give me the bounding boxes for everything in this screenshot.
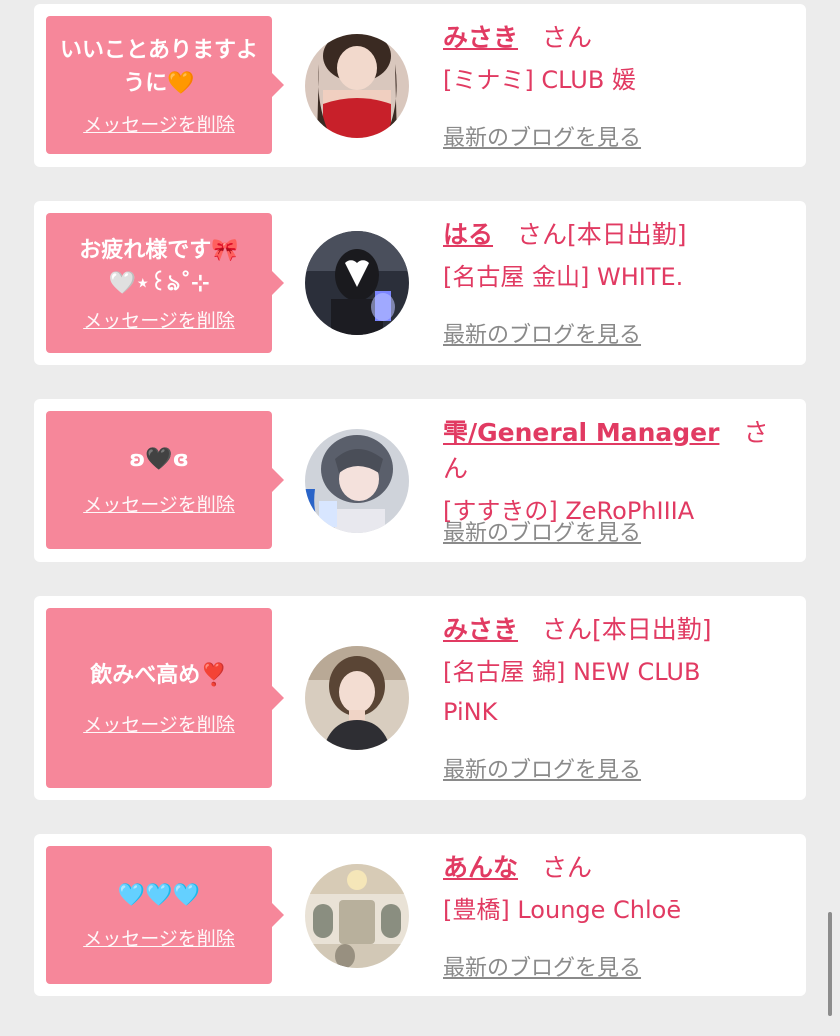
honorific: さん xyxy=(542,853,593,882)
delete-message-link[interactable]: メッセージを削除 xyxy=(83,710,235,737)
message-text: ʚ🖤ɞ xyxy=(129,447,189,472)
cast-card: ʚ🖤ɞ メッセージを削除 雫/General Manager さん [すすきの] … xyxy=(34,399,806,562)
shop-name: [名古屋 錦] NEW CLUB PiNK xyxy=(443,658,701,726)
shop-name: [ミナミ] CLUB 媛 xyxy=(443,66,636,94)
message-bubble: お疲れ様です🎀 🤍⋆꒰ঌ˚⊹ メッセージを削除 xyxy=(46,213,284,353)
shop-name: [豊橋] Lounge Chloē xyxy=(443,896,682,924)
attendance-status: [本日出勤] xyxy=(592,615,712,644)
cast-card: 飲みべ高め❣️ メッセージを削除 みさき さん[本日出勤] [名古屋 錦] NEW… xyxy=(34,596,806,800)
avatar[interactable] xyxy=(305,34,409,138)
message-bubble: ʚ🖤ɞ メッセージを削除 xyxy=(46,411,284,549)
avatar[interactable] xyxy=(305,231,409,335)
avatar[interactable] xyxy=(305,429,409,533)
message-text: 飲みべ高め❣️ xyxy=(90,663,228,688)
cast-name-link[interactable]: あんな xyxy=(443,853,518,882)
message-text: 🩵🩵🩵 xyxy=(117,883,201,908)
delete-message-link[interactable]: メッセージを削除 xyxy=(83,306,235,333)
cast-name-link[interactable]: はる xyxy=(443,220,493,249)
latest-blog-link[interactable]: 最新のブログを見る xyxy=(443,317,641,349)
latest-blog-link[interactable]: 最新のブログを見る xyxy=(443,120,641,152)
latest-blog-link[interactable]: 最新のブログを見る xyxy=(443,752,641,784)
cast-name-link[interactable]: 雫/General Manager xyxy=(443,418,719,447)
latest-blog-link[interactable]: 最新のブログを見る xyxy=(443,515,641,547)
delete-message-link[interactable]: メッセージを削除 xyxy=(83,490,235,517)
latest-blog-link[interactable]: 最新のブログを見る xyxy=(443,950,641,982)
message-text: いいことありますように🧡 xyxy=(59,37,258,96)
cast-name-link[interactable]: みさき xyxy=(443,615,518,644)
cast-info: みさき さん [ミナミ] CLUB 媛 最新のブログを見る xyxy=(443,20,792,151)
cast-info: あんな さん [豊橋] Lounge Chloē 最新のブログを見る xyxy=(443,850,792,981)
honorific: さん xyxy=(542,23,593,52)
cast-name-link[interactable]: みさき xyxy=(443,23,518,52)
delete-message-link[interactable]: メッセージを削除 xyxy=(83,110,235,137)
delete-message-link[interactable]: メッセージを削除 xyxy=(83,924,235,951)
cast-card: 🩵🩵🩵 メッセージを削除 あんな さん [豊橋] Lounge Chloē 最新の… xyxy=(34,834,806,996)
message-bubble: 飲みべ高め❣️ メッセージを削除 xyxy=(46,608,284,788)
cast-info: はる さん[本日出勤] [名古屋 金山] WHITE. 最新のブログを見る xyxy=(443,217,792,348)
message-bubble: いいことありますように🧡 メッセージを削除 xyxy=(46,16,284,154)
shop-name: [名古屋 金山] WHITE. xyxy=(443,263,684,291)
cast-card: お疲れ様です🎀 🤍⋆꒰ঌ˚⊹ メッセージを削除 はる さん[本日出勤] [名古屋 … xyxy=(34,201,806,365)
cast-card: いいことありますように🧡 メッセージを削除 みさき さん [ミナミ] CLUB 媛… xyxy=(34,4,806,167)
cast-info: みさき さん[本日出勤] [名古屋 錦] NEW CLUB PiNK 最新のブログ… xyxy=(443,612,792,783)
cast-info: 雫/General Manager さん [すすきの] ZeRoPhIIIA 最新… xyxy=(443,415,792,546)
message-bubble: 🩵🩵🩵 メッセージを削除 xyxy=(46,846,284,984)
honorific: さん xyxy=(542,615,593,644)
scrollbar[interactable] xyxy=(828,912,832,1016)
avatar[interactable] xyxy=(305,646,409,750)
avatar[interactable] xyxy=(305,864,409,968)
honorific: さん xyxy=(517,220,568,249)
message-text: お疲れ様です🎀 🤍⋆꒰ঌ˚⊹ xyxy=(79,237,239,296)
attendance-status: [本日出勤] xyxy=(567,220,687,249)
